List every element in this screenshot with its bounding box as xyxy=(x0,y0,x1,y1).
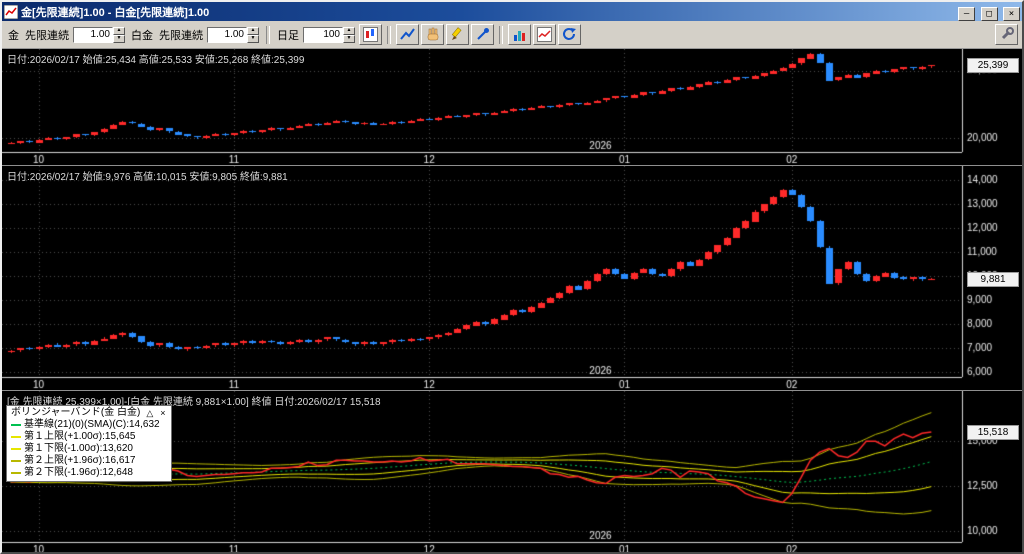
gold-chart-canvas[interactable] xyxy=(2,49,1022,165)
legend-row-label: 第２下限(-1.96σ):12,648 xyxy=(24,467,133,478)
toolbar-separator xyxy=(387,25,391,44)
legend-row-label: 基準線(21)(0)(SMA)(C):14,632 xyxy=(24,419,160,430)
close-button[interactable]: × xyxy=(1003,6,1020,21)
window-controls: – □ × xyxy=(957,3,1020,21)
eyedropper-icon[interactable] xyxy=(471,24,494,45)
bollinger-legend-rows: 基準線(21)(0)(SMA)(C):14,632 第１上限(+1.00σ):15… xyxy=(11,419,167,479)
chart-area: 日付:2026/02/17 始値:25,434 高値:25,533 安値:25,… xyxy=(2,49,1022,552)
window-title: 金[先限連続]1.00 - 白金[先限連続]1.00 xyxy=(21,6,210,19)
platinum-chart-panel: 日付:2026/02/17 始値:9,976 高値:10,015 安値:9,80… xyxy=(2,166,1022,390)
spread-chart-panel: [金 先限連続 25,399×1.00]-[白金 先限連続 9,881×1.00… xyxy=(2,391,1022,552)
legend-line-swatch xyxy=(11,436,21,438)
toolbar: 金 先限連続 ▲ ▼ 白金 先限連続 ▲ ▼ 日足 ▲ ▼ xyxy=(2,21,1022,49)
maximize-button[interactable]: □ xyxy=(980,6,998,21)
gold-ratio-up-button[interactable]: ▲ xyxy=(113,26,125,35)
minimize-button[interactable]: – xyxy=(958,6,976,21)
platinum-last-price-label: 9,881 xyxy=(967,272,1019,287)
legend-collapse-button[interactable]: △ xyxy=(145,408,155,418)
legend-line-swatch xyxy=(11,448,21,450)
legend-line-swatch xyxy=(11,424,21,426)
bar-chart-icon[interactable] xyxy=(508,24,531,45)
platinum-series-label: 先限連続 xyxy=(159,29,203,42)
period-count-input[interactable] xyxy=(303,26,343,43)
gold-series-label: 先限連続 xyxy=(25,29,69,42)
app-icon xyxy=(4,4,18,19)
gold-last-price-label: 25,399 xyxy=(967,58,1019,73)
platinum-label: 白金 xyxy=(131,29,153,42)
bollinger-legend-title: ボリンジャーバンド(金 白金) xyxy=(11,407,141,418)
title-bar[interactable]: 金[先限連続]1.00 - 白金[先限連続]1.00 – □ × xyxy=(2,2,1022,21)
gold-ratio-down-button[interactable]: ▼ xyxy=(113,34,125,43)
platinum-chart-canvas[interactable] xyxy=(2,166,1022,390)
legend-close-button[interactable]: × xyxy=(159,408,167,418)
platinum-ratio-spinner: ▲ ▼ xyxy=(207,26,259,43)
legend-row: 基準線(21)(0)(SMA)(C):14,632 xyxy=(11,419,167,431)
legend-row: 第１下限(-1.00σ):13,620 xyxy=(11,443,167,455)
toolbar-separator xyxy=(266,25,270,44)
legend-line-swatch xyxy=(11,472,21,474)
legend-row: 第１上限(+1.00σ):15,645 xyxy=(11,431,167,443)
legend-row-label: 第２上限(+1.96σ):16,617 xyxy=(24,455,136,466)
refresh-icon[interactable] xyxy=(558,24,581,45)
gold-label: 金 xyxy=(8,29,19,42)
period-down-button[interactable]: ▼ xyxy=(343,34,355,43)
bollinger-legend: ボリンジャーバンド(金 白金) △ × 基準線(21)(0)(SMA)(C):1… xyxy=(6,405,172,482)
legend-row: 第２上限(+1.96σ):16,617 xyxy=(11,455,167,467)
toolbar-separator xyxy=(499,25,503,44)
indicator-chart-icon[interactable] xyxy=(533,24,556,45)
platinum-ratio-input[interactable] xyxy=(207,26,247,43)
period-label: 日足 xyxy=(277,29,299,42)
gold-ratio-input[interactable] xyxy=(73,26,113,43)
chart-type-icon[interactable] xyxy=(359,24,382,45)
period-spinner: ▲ ▼ xyxy=(303,26,355,43)
legend-row-label: 第１上限(+1.00σ):15,645 xyxy=(24,431,136,442)
legend-row: 第２下限(-1.96σ):12,648 xyxy=(11,467,167,479)
period-up-button[interactable]: ▲ xyxy=(343,26,355,35)
gold-ratio-spinner: ▲ ▼ xyxy=(73,26,125,43)
platinum-ratio-up-button[interactable]: ▲ xyxy=(247,26,259,35)
app-window: 金[先限連続]1.00 - 白金[先限連続]1.00 – □ × 金 先限連続 … xyxy=(0,0,1024,554)
legend-line-swatch xyxy=(11,460,21,462)
settings-wrench-icon[interactable] xyxy=(995,24,1018,45)
spread-last-price-label: 15,518 xyxy=(967,425,1019,440)
trendline-icon[interactable] xyxy=(396,24,419,45)
hand-icon[interactable] xyxy=(421,24,444,45)
gold-chart-panel: 日付:2026/02/17 始値:25,434 高値:25,533 安値:25,… xyxy=(2,49,1022,165)
platinum-ratio-down-button[interactable]: ▼ xyxy=(247,34,259,43)
legend-row-label: 第１下限(-1.00σ):13,620 xyxy=(24,443,133,454)
pencil-icon[interactable] xyxy=(446,24,469,45)
